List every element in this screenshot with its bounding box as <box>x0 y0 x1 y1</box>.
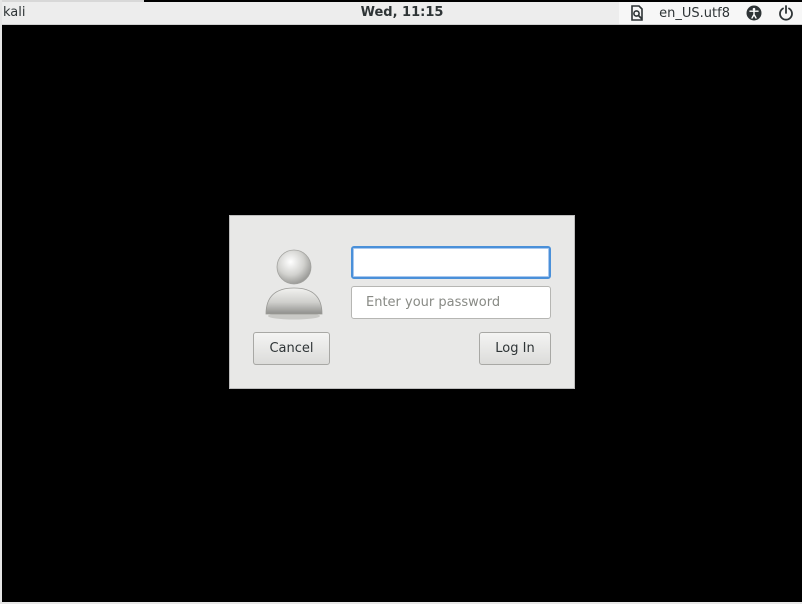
accessibility-icon[interactable] <box>744 2 764 24</box>
top-panel: kali Wed, 11:15 en_US.utf8 <box>2 2 802 25</box>
screen-left-border <box>0 0 2 604</box>
system-tray: en_US.utf8 <box>619 2 802 24</box>
log-in-button[interactable]: Log In <box>479 332 551 365</box>
username-input[interactable] <box>351 246 551 279</box>
login-dialog: Cancel Log In <box>229 215 575 389</box>
keyboard-indicator-icon[interactable] <box>625 2 649 24</box>
password-input[interactable] <box>351 286 551 319</box>
cancel-button[interactable]: Cancel <box>253 332 330 365</box>
user-avatar-icon <box>262 246 326 320</box>
lock-screen: kali Wed, 11:15 en_US.utf8 Cancel Log In <box>0 0 802 604</box>
power-icon[interactable] <box>776 2 796 24</box>
keyboard-layout-label[interactable]: en_US.utf8 <box>659 2 730 24</box>
